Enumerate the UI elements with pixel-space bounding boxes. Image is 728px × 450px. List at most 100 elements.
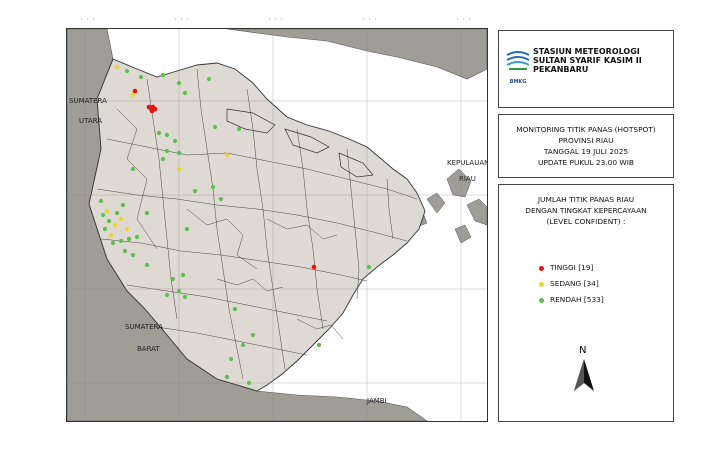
coord-tick: · · ·	[362, 17, 378, 23]
north-label: N	[579, 345, 587, 356]
legend-dot-sedang	[539, 281, 544, 287]
hotspot-sedang	[124, 226, 130, 232]
hotspot-rendah	[144, 210, 150, 216]
label-kepulauan-riau-1: KEPULAUAN	[447, 159, 488, 167]
legend-label-sedang: SEDANG [34]	[550, 279, 599, 288]
hotspot-tinggi	[149, 108, 155, 114]
hotspot-rendah	[212, 124, 218, 130]
legend-heading2: DENGAN TINGKAT KEPERCAYAAN	[525, 206, 647, 215]
legend-item-tinggi: TINGGI [19]	[539, 263, 593, 272]
hotspot-rendah	[134, 234, 140, 240]
hotspot-rendah	[218, 196, 224, 202]
hotspot-rendah	[210, 184, 216, 190]
logo-text: BMKG	[509, 79, 527, 85]
title-line2: PROVINSI RIAU	[558, 136, 614, 145]
hotspot-rendah	[144, 262, 150, 268]
hotspot-rendah	[138, 74, 144, 80]
hotspot-rendah	[164, 132, 170, 138]
hotspot-sedang	[112, 222, 118, 228]
hotspot-sedang	[176, 166, 182, 172]
title-panel: MONITORING TITIK PANAS (HOTSPOT) PROVINS…	[498, 114, 674, 178]
legend-item-sedang: SEDANG [34]	[539, 279, 599, 288]
hotspot-sedang	[118, 216, 124, 222]
label-sumatera-barat-1: SUMATERA	[125, 323, 163, 331]
hotspot-rendah	[206, 76, 212, 82]
bmkg-logo-icon	[506, 51, 530, 70]
hotspot-rendah	[184, 226, 190, 232]
hotspot-rendah	[246, 380, 252, 386]
title-line3: TANGGAL 19 JULI 2025	[543, 147, 629, 156]
hotspot-rendah	[120, 202, 126, 208]
hotspot-rendah	[236, 126, 242, 132]
hotspot-rendah	[176, 80, 182, 86]
hotspot-rendah	[366, 264, 372, 270]
label-kepulauan-riau-2: RIAU	[459, 175, 476, 183]
hotspot-sedang	[114, 64, 120, 70]
map-frame: SUMATERA UTARA SUMATERA BARAT KEPULAUAN …	[66, 28, 488, 422]
hotspot-tinggi	[132, 88, 138, 94]
label-sumatera-utara-2: UTARA	[79, 117, 103, 125]
hotspot-sedang	[104, 208, 110, 214]
hotspot-sedang	[224, 152, 230, 158]
hotspot-sedang	[130, 92, 136, 98]
legend-heading1: JUMLAH TITIK PANAS RIAU	[537, 195, 635, 204]
legend-label-tinggi: TINGGI [19]	[550, 263, 594, 272]
map-canvas	[67, 29, 487, 421]
hotspot-rendah	[130, 252, 136, 258]
label-sumatera-utara-1: SUMATERA	[69, 97, 107, 105]
legend-label-rendah: RENDAH [533]	[550, 295, 604, 304]
title-line1: MONITORING TITIK PANAS (HOTSPOT)	[516, 125, 656, 134]
title-line4: UPDATE PUKUL 23.00 WIB	[538, 158, 634, 167]
station-line2: SULTAN SYARIF KASIM II	[533, 56, 642, 65]
hotspot-rendah	[316, 342, 322, 348]
hotspot-rendah	[98, 198, 104, 204]
islands-kepri	[412, 168, 487, 244]
hotspot-rendah	[106, 218, 112, 224]
hotspot-rendah	[170, 276, 176, 282]
coord-tick: · · ·	[174, 17, 190, 23]
label-jambi: JAMBI	[367, 397, 387, 405]
coord-tick: · · ·	[456, 17, 472, 23]
hotspot-tinggi	[311, 264, 317, 270]
legend-dot-rendah	[539, 297, 544, 303]
hotspot-rendah	[160, 72, 166, 78]
hotspot-rendah	[160, 156, 166, 162]
hotspot-rendah	[102, 226, 108, 232]
hotspot-rendah	[176, 150, 182, 156]
hotspot-rendah	[232, 306, 238, 312]
hotspot-rendah	[124, 68, 130, 74]
hotspot-rendah	[192, 188, 198, 194]
legend-panel: JUMLAH TITIK PANAS RIAU DENGAN TINGKAT K…	[498, 184, 674, 422]
hotspot-sedang	[108, 232, 114, 238]
legend-item-rendah: RENDAH [533]	[539, 295, 604, 304]
neighbor-land-north	[226, 29, 487, 80]
station-panel: BMKG STASIUN METEOROLOGI SULTAN SYARIF K…	[498, 30, 674, 108]
north-arrow-icon	[574, 359, 594, 391]
hotspot-rendah	[110, 240, 116, 246]
hotspot-rendah	[130, 166, 136, 172]
hotspot-rendah	[176, 288, 182, 294]
hotspot-rendah	[250, 332, 256, 338]
hotspot-rendah	[122, 248, 128, 254]
hotspot-rendah	[118, 238, 124, 244]
legend-dot-tinggi	[539, 265, 544, 271]
hotspot-rendah	[164, 292, 170, 298]
hotspot-rendah	[126, 236, 132, 242]
hotspot-rendah	[156, 130, 162, 136]
hotspot-rendah	[240, 342, 246, 348]
legend-heading3: (LEVEL CONFIDENT) :	[546, 217, 626, 226]
hotspot-rendah	[182, 90, 188, 96]
hotspot-rendah	[164, 148, 170, 154]
hotspot-rendah	[114, 210, 120, 216]
hotspot-rendah	[182, 294, 188, 300]
label-sumatera-barat-2: BARAT	[137, 345, 160, 353]
station-name: STASIUN METEOROLOGI SULTAN SYARIF KASIM …	[533, 47, 642, 74]
station-line1: STASIUN METEOROLOGI	[533, 47, 640, 56]
hotspot-rendah	[100, 212, 106, 218]
coord-tick: · · ·	[80, 17, 96, 23]
hotspot-rendah	[180, 272, 186, 278]
hotspot-rendah	[228, 356, 234, 362]
station-line3: PEKANBARU	[533, 65, 589, 74]
hotspot-rendah	[172, 138, 178, 144]
hotspot-rendah	[224, 374, 230, 380]
